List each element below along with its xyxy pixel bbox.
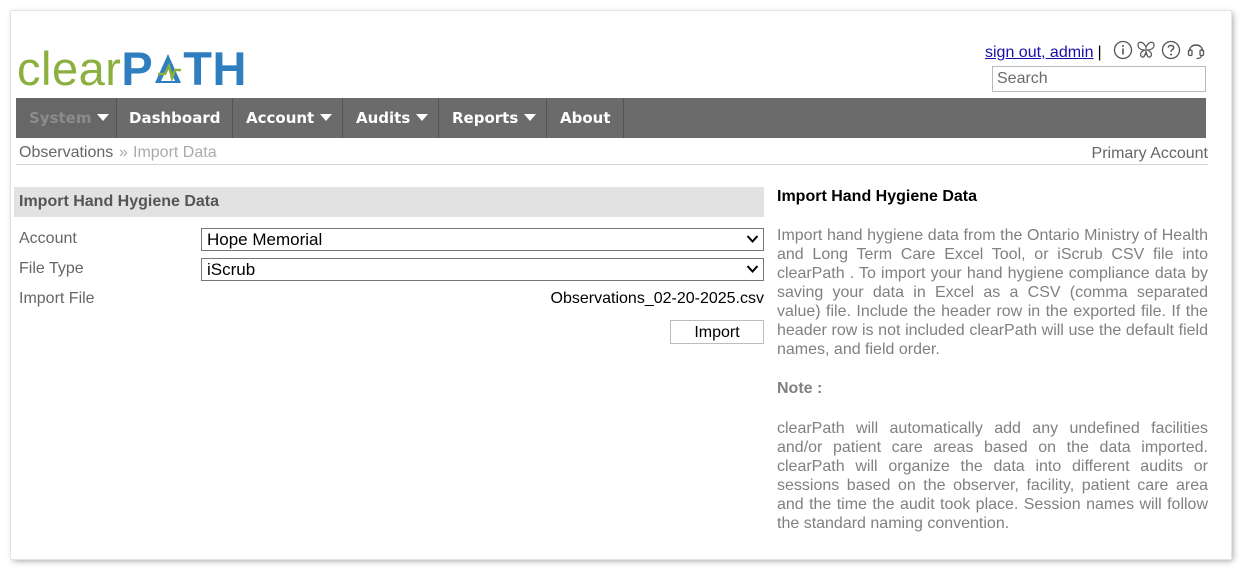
account-select-value: Hope Memorial [207, 230, 323, 249]
logo-text-th: TH [183, 42, 247, 95]
nav-audits[interactable]: Audits [343, 98, 439, 138]
sign-out-link[interactable]: sign out, admin [985, 44, 1094, 61]
help-title: Import Hand Hygiene Data [777, 188, 978, 205]
nav-dashboard[interactable]: Dashboard [116, 98, 233, 138]
current-account-label: Primary Account [1091, 145, 1208, 162]
note-description: clearPath will automatically add any und… [777, 420, 1208, 532]
chevron-down-icon [524, 114, 537, 121]
user-menu: sign out, admin | [985, 44, 1106, 62]
clearpath-logo[interactable]: clearP TH [17, 44, 247, 94]
chevron-down-icon [97, 114, 110, 121]
help-description: Import hand hygiene data from the Ontari… [777, 227, 1208, 358]
chevron-down-icon [416, 114, 429, 121]
breadcrumb-separator: » [119, 144, 128, 161]
nav-about[interactable]: About [547, 98, 624, 138]
header-separator: | [1097, 44, 1102, 61]
import-button[interactable]: Import [670, 320, 764, 344]
butterfly-icon[interactable] [1136, 40, 1156, 60]
account-label: Account [19, 230, 77, 247]
chevron-down-icon [320, 114, 333, 121]
info-icon[interactable] [1113, 40, 1133, 60]
note-title: Note : [777, 380, 823, 397]
breadcrumb: Observations » Import Data Primary Accou… [16, 142, 1208, 165]
filetype-label: File Type [19, 260, 84, 277]
nav-system-label: System [29, 109, 92, 127]
account-select[interactable]: Hope Memorial [201, 228, 764, 251]
logo-text-clear: clear [17, 42, 122, 95]
importfile-label: Import File [19, 290, 95, 307]
import-form-title: Import Hand Hygiene Data [14, 187, 764, 217]
help-icon[interactable] [1161, 40, 1181, 60]
nav-dashboard-label: Dashboard [129, 109, 221, 127]
headset-icon[interactable] [1186, 40, 1206, 60]
chevron-down-icon [746, 235, 759, 243]
breadcrumb-current: Import Data [133, 144, 217, 161]
main-nav-bar: System Dashboard Account Audits Reports … [16, 98, 1206, 138]
nav-system[interactable]: System [16, 98, 117, 138]
nav-account-label: Account [246, 109, 315, 127]
nav-account[interactable]: Account [233, 98, 343, 138]
nav-reports[interactable]: Reports [439, 98, 547, 138]
nav-about-label: About [560, 109, 611, 127]
import-file-chooser[interactable]: Observations_02-20-2025.csv [551, 290, 764, 308]
filetype-select[interactable]: iScrub [201, 258, 764, 281]
nav-audits-label: Audits [356, 109, 411, 127]
chevron-down-icon [746, 265, 759, 273]
search-input[interactable] [992, 66, 1206, 92]
breadcrumb-observations[interactable]: Observations [19, 144, 113, 162]
logo-arrow-icon [155, 54, 182, 83]
nav-reports-label: Reports [452, 109, 519, 127]
logo-text-p: P [121, 42, 154, 95]
filetype-select-value: iScrub [207, 260, 256, 279]
